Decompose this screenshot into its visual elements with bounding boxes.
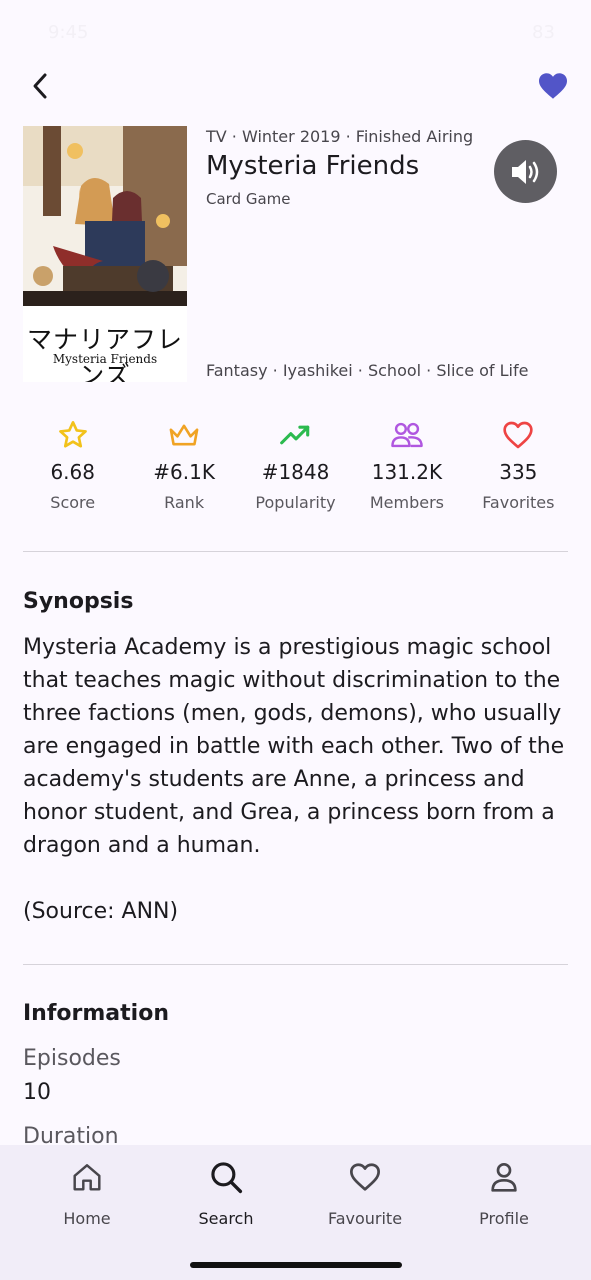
stat-members: 131.2K Members [351,418,462,518]
stat-value: 131.2K [371,460,443,484]
home-indicator [190,1262,402,1268]
person-icon [484,1159,524,1195]
stats-row: 6.68 Score #6.1K Rank #1848 Popularity 1… [17,418,574,518]
episodes-value: 10 [23,1080,51,1105]
synopsis-body: Mysteria Academy is a prestigious magic … [23,631,571,928]
play-theme-button[interactable] [494,140,557,203]
stat-label: Score [50,493,96,512]
crown-icon [167,418,201,452]
search-icon [206,1159,246,1195]
synopsis-heading: Synopsis [23,589,134,614]
nav-label: Favourite [327,1209,403,1228]
heart-icon [345,1159,385,1195]
members-icon [390,418,424,452]
nav-search[interactable]: Search [156,1159,296,1228]
trending-up-icon [279,418,313,452]
home-icon [67,1159,107,1195]
back-button[interactable] [22,68,58,104]
anime-genres: Fantasy · Iyashikei · School · Slice of … [206,361,529,380]
synopsis-text: Mysteria Academy is a prestigious magic … [23,635,565,858]
status-bar: 9:45 83 [0,0,591,56]
anime-poster: マナリアフレンズ Mysteria Friends [23,126,187,382]
nav-label: Profile [479,1209,529,1228]
arrow-back-icon [33,73,47,99]
poster-artwork [23,126,187,306]
bottom-navigation: Home Search Favourite Profile [0,1145,591,1280]
stat-favorites: 335 Favorites [463,418,574,518]
status-time: 9:45 [48,22,89,43]
stat-score: 6.68 Score [17,418,128,518]
synopsis-source: (Source: ANN) [23,899,179,924]
heart-outline-icon [501,418,535,452]
favorite-button[interactable] [535,68,571,104]
nav-home[interactable]: Home [17,1159,157,1228]
divider [23,551,568,552]
nav-profile[interactable]: Profile [434,1159,574,1228]
stat-value: 335 [499,460,538,484]
stat-label: Rank [164,493,205,512]
anime-title: Mysteria Friends [206,151,420,181]
heart-filled-icon [539,73,567,99]
information-heading: Information [23,1001,169,1026]
divider [23,964,568,965]
stat-popularity: #1848 Popularity [240,418,351,518]
nav-label: Search [198,1209,254,1228]
poster-logo-japanese: マナリアフレンズ [26,325,183,382]
stat-value: 6.68 [50,460,95,484]
stat-value: #1848 [261,460,330,484]
anime-meta: TV · Winter 2019 · Finished Airing [206,127,474,146]
stat-label: Favorites [482,493,555,512]
anime-source: Card Game [206,190,291,208]
episodes-label: Episodes [23,1046,121,1071]
star-icon [56,418,90,452]
poster-logo-english: Mysteria Friends [52,352,158,366]
stat-rank: #6.1K Rank [128,418,239,518]
stat-label: Popularity [255,493,336,512]
top-app-bar [0,64,591,110]
volume-icon [511,159,538,184]
nav-label: Home [63,1209,111,1228]
battery-level: 83 [532,22,555,43]
stat-value: #6.1K [153,460,215,484]
stat-label: Members [369,493,444,512]
nav-favourite[interactable]: Favourite [295,1159,435,1228]
